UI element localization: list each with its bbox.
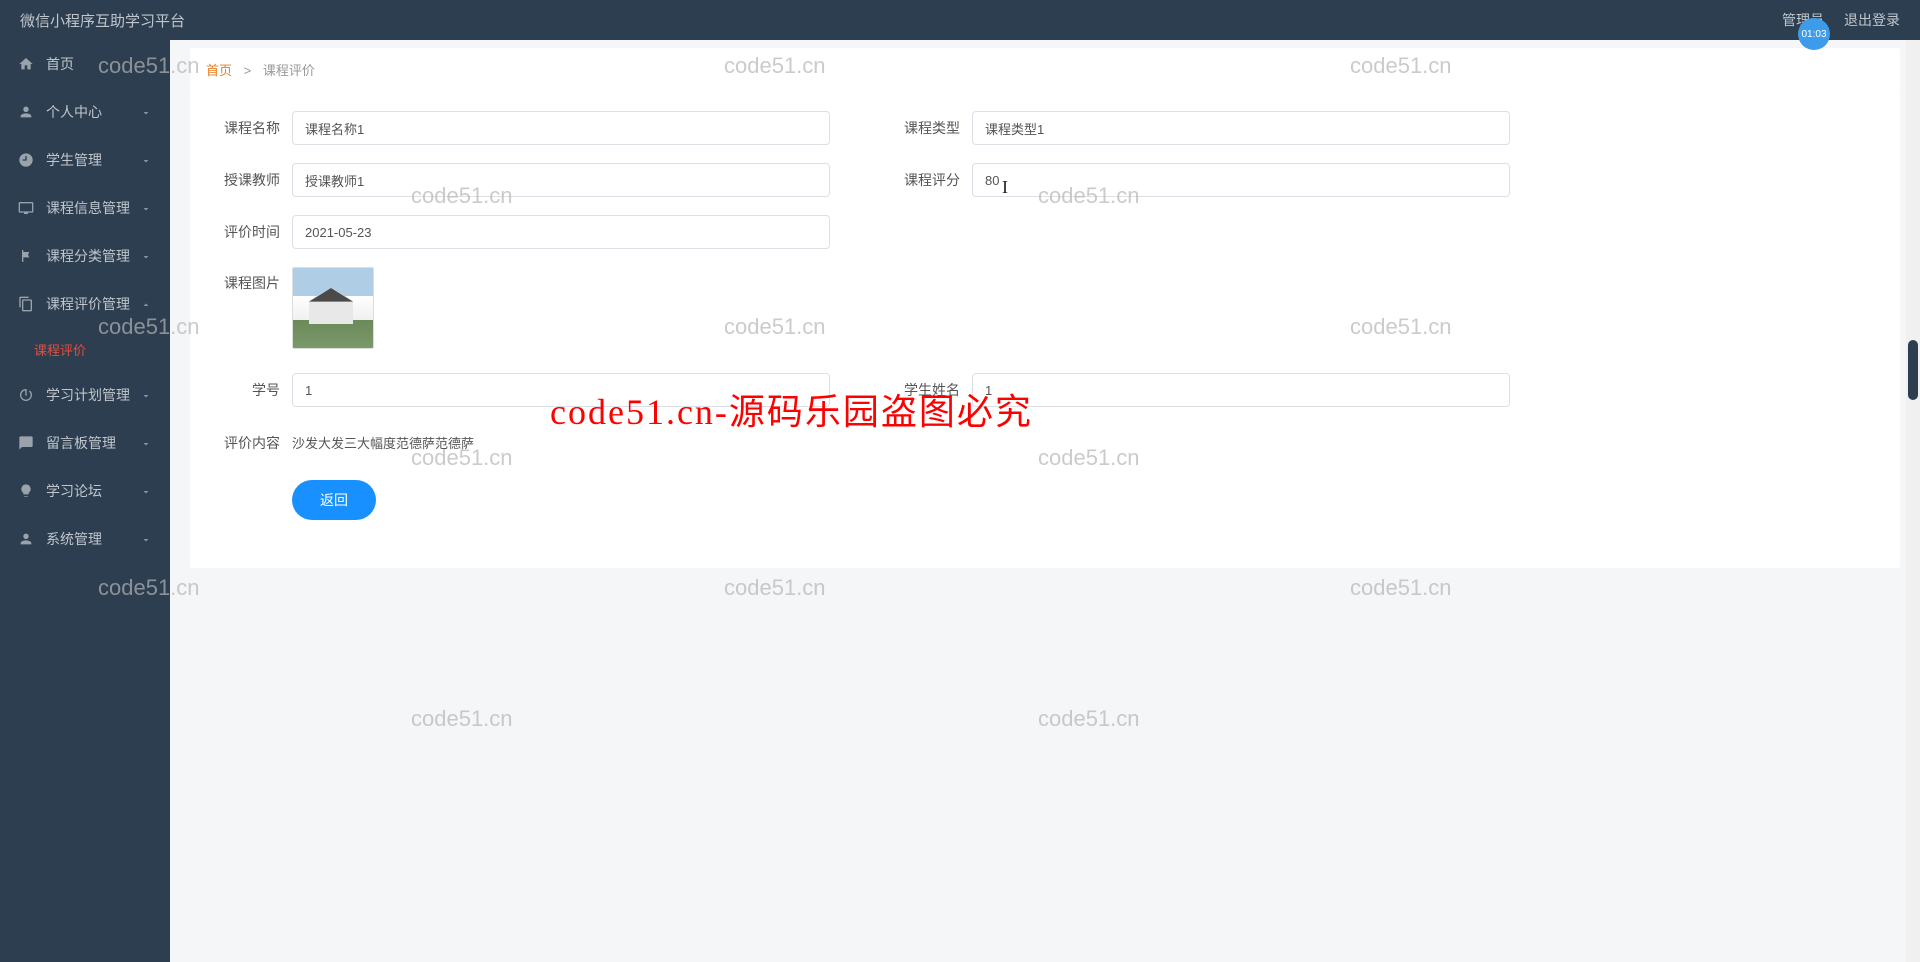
student-id-label: 学号 xyxy=(210,380,280,400)
app-title: 微信小程序互助学习平台 xyxy=(20,10,185,31)
timer-badge: 01:03 xyxy=(1798,18,1830,50)
course-name-input[interactable] xyxy=(292,111,830,145)
sidebar-item-message-board[interactable]: 留言板管理 xyxy=(0,419,170,467)
breadcrumb: 首页 > 课程评价 xyxy=(190,48,1900,91)
sidebar-item-label: 课程信息管理 xyxy=(46,198,140,218)
scrollbar-track[interactable] xyxy=(1906,40,1920,962)
sidebar-item-course-eval[interactable]: 课程评价管理 xyxy=(0,280,170,328)
sidebar-item-label: 学生管理 xyxy=(46,150,140,170)
breadcrumb-current: 课程评价 xyxy=(263,63,315,78)
sidebar-item-course-info[interactable]: 课程信息管理 xyxy=(0,184,170,232)
sidebar: 首页 个人中心 学生管理 课程信息管理 课程分类管理 课程评价管 xyxy=(0,40,170,962)
monitor-icon xyxy=(18,200,34,216)
eval-time-label: 评价时间 xyxy=(210,222,280,242)
chevron-up-icon xyxy=(140,298,152,310)
form-panel: 课程名称 课程类型 授课教师 课程评分 I xyxy=(190,91,1900,568)
main-content: 首页 > 课程评价 课程名称 课程类型 授课教师 xyxy=(170,40,1920,962)
chevron-down-icon xyxy=(140,437,152,449)
score-label: 课程评分 xyxy=(890,170,960,190)
sidebar-item-label: 学习论坛 xyxy=(46,481,140,501)
sidebar-item-label: 留言板管理 xyxy=(46,433,140,453)
teacher-input[interactable] xyxy=(292,163,830,197)
chevron-down-icon xyxy=(140,202,152,214)
course-type-label: 课程类型 xyxy=(890,118,960,138)
score-input[interactable] xyxy=(972,163,1510,197)
course-name-label: 课程名称 xyxy=(210,118,280,138)
sidebar-item-label: 课程评价管理 xyxy=(46,294,140,314)
copy-icon xyxy=(18,296,34,312)
sidebar-item-student[interactable]: 学生管理 xyxy=(0,136,170,184)
sidebar-item-personal[interactable]: 个人中心 xyxy=(0,88,170,136)
clock-icon xyxy=(18,152,34,168)
home-icon xyxy=(18,56,34,72)
power-icon xyxy=(18,387,34,403)
sidebar-item-label: 个人中心 xyxy=(46,102,140,122)
chevron-down-icon xyxy=(140,154,152,166)
sidebar-item-label: 系统管理 xyxy=(46,529,140,549)
flag-icon xyxy=(18,248,34,264)
chevron-down-icon xyxy=(140,250,152,262)
header-right: 管理员 退出登录 01:03 xyxy=(1782,10,1900,30)
text-cursor-icon: I xyxy=(1002,177,1008,198)
chevron-down-icon xyxy=(140,106,152,118)
eval-content-label: 评价内容 xyxy=(210,433,280,453)
course-type-input[interactable] xyxy=(972,111,1510,145)
sidebar-item-home[interactable]: 首页 xyxy=(0,40,170,88)
chevron-down-icon xyxy=(140,485,152,497)
person-icon xyxy=(18,531,34,547)
chevron-down-icon xyxy=(140,533,152,545)
app-header: 微信小程序互助学习平台 管理员 退出登录 01:03 xyxy=(0,0,1920,40)
person-icon xyxy=(18,104,34,120)
sidebar-item-course-category[interactable]: 课程分类管理 xyxy=(0,232,170,280)
student-id-input[interactable] xyxy=(292,373,830,407)
course-image[interactable] xyxy=(292,267,374,349)
logout-link[interactable]: 退出登录 xyxy=(1844,10,1900,30)
bulb-icon xyxy=(18,483,34,499)
eval-time-input[interactable] xyxy=(292,215,830,249)
sidebar-item-system[interactable]: 系统管理 xyxy=(0,515,170,563)
sidebar-item-label: 首页 xyxy=(46,54,152,74)
sidebar-item-study-plan[interactable]: 学习计划管理 xyxy=(0,371,170,419)
chevron-down-icon xyxy=(140,389,152,401)
teacher-label: 授课教师 xyxy=(210,170,280,190)
course-image-label: 课程图片 xyxy=(210,267,280,293)
sidebar-item-forum[interactable]: 学习论坛 xyxy=(0,467,170,515)
back-button[interactable]: 返回 xyxy=(292,480,376,520)
submenu-course-eval[interactable]: 课程评价 xyxy=(0,328,170,371)
eval-content-value: 沙发大发三大幅度范德萨范德萨 xyxy=(292,425,1880,460)
student-name-input[interactable] xyxy=(972,373,1510,407)
student-name-label: 学生姓名 xyxy=(890,380,960,400)
scrollbar-thumb[interactable] xyxy=(1908,340,1918,400)
sidebar-item-label: 课程分类管理 xyxy=(46,246,140,266)
sidebar-item-label: 学习计划管理 xyxy=(46,385,140,405)
message-icon xyxy=(18,435,34,451)
breadcrumb-home[interactable]: 首页 xyxy=(206,63,232,78)
breadcrumb-sep: > xyxy=(244,63,252,78)
